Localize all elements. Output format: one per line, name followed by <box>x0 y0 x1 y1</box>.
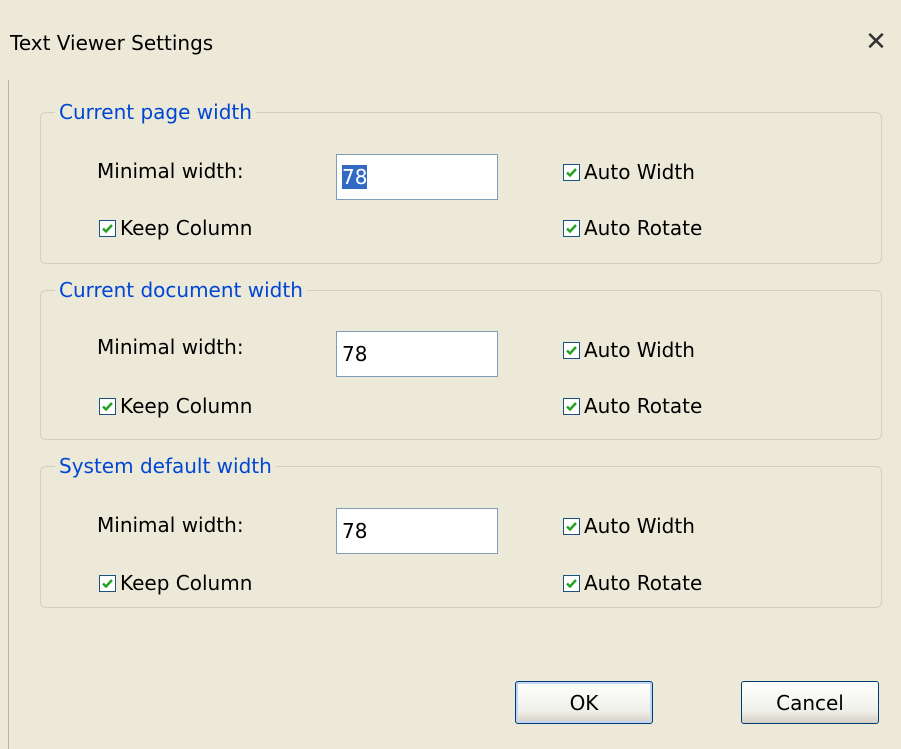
auto-rotate-checkbox[interactable]: Auto Rotate <box>563 394 702 418</box>
checkmark-icon <box>99 219 116 237</box>
auto-rotate-checkbox[interactable]: Auto Rotate <box>563 571 702 595</box>
auto-width-checkbox[interactable]: Auto Width <box>563 514 695 538</box>
checkmark-icon <box>563 341 580 359</box>
close-icon[interactable]: ✕ <box>860 26 892 58</box>
keep-column-checkbox[interactable]: Keep Column <box>99 571 252 595</box>
group-current-document-width: Current document width Minimal width: 78… <box>40 277 882 440</box>
keep-column-label: Keep Column <box>120 216 253 240</box>
checkmark-icon <box>563 517 580 535</box>
checkmark-icon <box>563 163 580 181</box>
checkmark-icon <box>563 574 580 592</box>
minimal-width-input[interactable]: 78 <box>336 331 498 377</box>
window-border <box>8 80 9 749</box>
auto-width-label: Auto Width <box>584 338 695 362</box>
dialog-title: Text Viewer Settings <box>10 31 214 55</box>
group-title: System default width <box>55 453 276 479</box>
ok-button[interactable]: OK <box>515 681 653 724</box>
auto-width-checkbox[interactable]: Auto Width <box>563 338 695 362</box>
auto-width-label: Auto Width <box>584 514 695 538</box>
minimal-width-label: Minimal width: <box>97 513 244 537</box>
minimal-width-label: Minimal width: <box>97 159 244 183</box>
auto-rotate-checkbox[interactable]: Auto Rotate <box>563 216 702 240</box>
keep-column-checkbox[interactable]: Keep Column <box>99 216 252 240</box>
auto-rotate-label: Auto Rotate <box>584 571 703 595</box>
cancel-button[interactable]: Cancel <box>741 681 879 724</box>
auto-rotate-label: Auto Rotate <box>584 216 703 240</box>
group-system-default-width: System default width Minimal width: 78 K… <box>40 453 882 608</box>
title-bar: Text Viewer Settings ✕ <box>0 0 901 80</box>
group-title: Current document width <box>55 277 307 303</box>
minimal-width-value: 78 <box>342 519 368 543</box>
auto-rotate-label: Auto Rotate <box>584 394 703 418</box>
keep-column-checkbox[interactable]: Keep Column <box>99 394 252 418</box>
minimal-width-value: 78 <box>342 165 368 189</box>
minimal-width-value: 78 <box>342 342 368 366</box>
auto-width-checkbox[interactable]: Auto Width <box>563 160 695 184</box>
group-title: Current page width <box>55 99 256 125</box>
group-current-page-width: Current page width Minimal width: 78 Kee… <box>40 99 882 264</box>
minimal-width-label: Minimal width: <box>97 335 244 359</box>
minimal-width-input[interactable]: 78 <box>336 154 498 200</box>
checkmark-icon <box>99 397 116 415</box>
keep-column-label: Keep Column <box>120 394 253 418</box>
checkmark-icon <box>563 219 580 237</box>
minimal-width-input[interactable]: 78 <box>336 508 498 554</box>
auto-width-label: Auto Width <box>584 160 695 184</box>
keep-column-label: Keep Column <box>120 571 253 595</box>
checkmark-icon <box>563 397 580 415</box>
checkmark-icon <box>99 574 116 592</box>
